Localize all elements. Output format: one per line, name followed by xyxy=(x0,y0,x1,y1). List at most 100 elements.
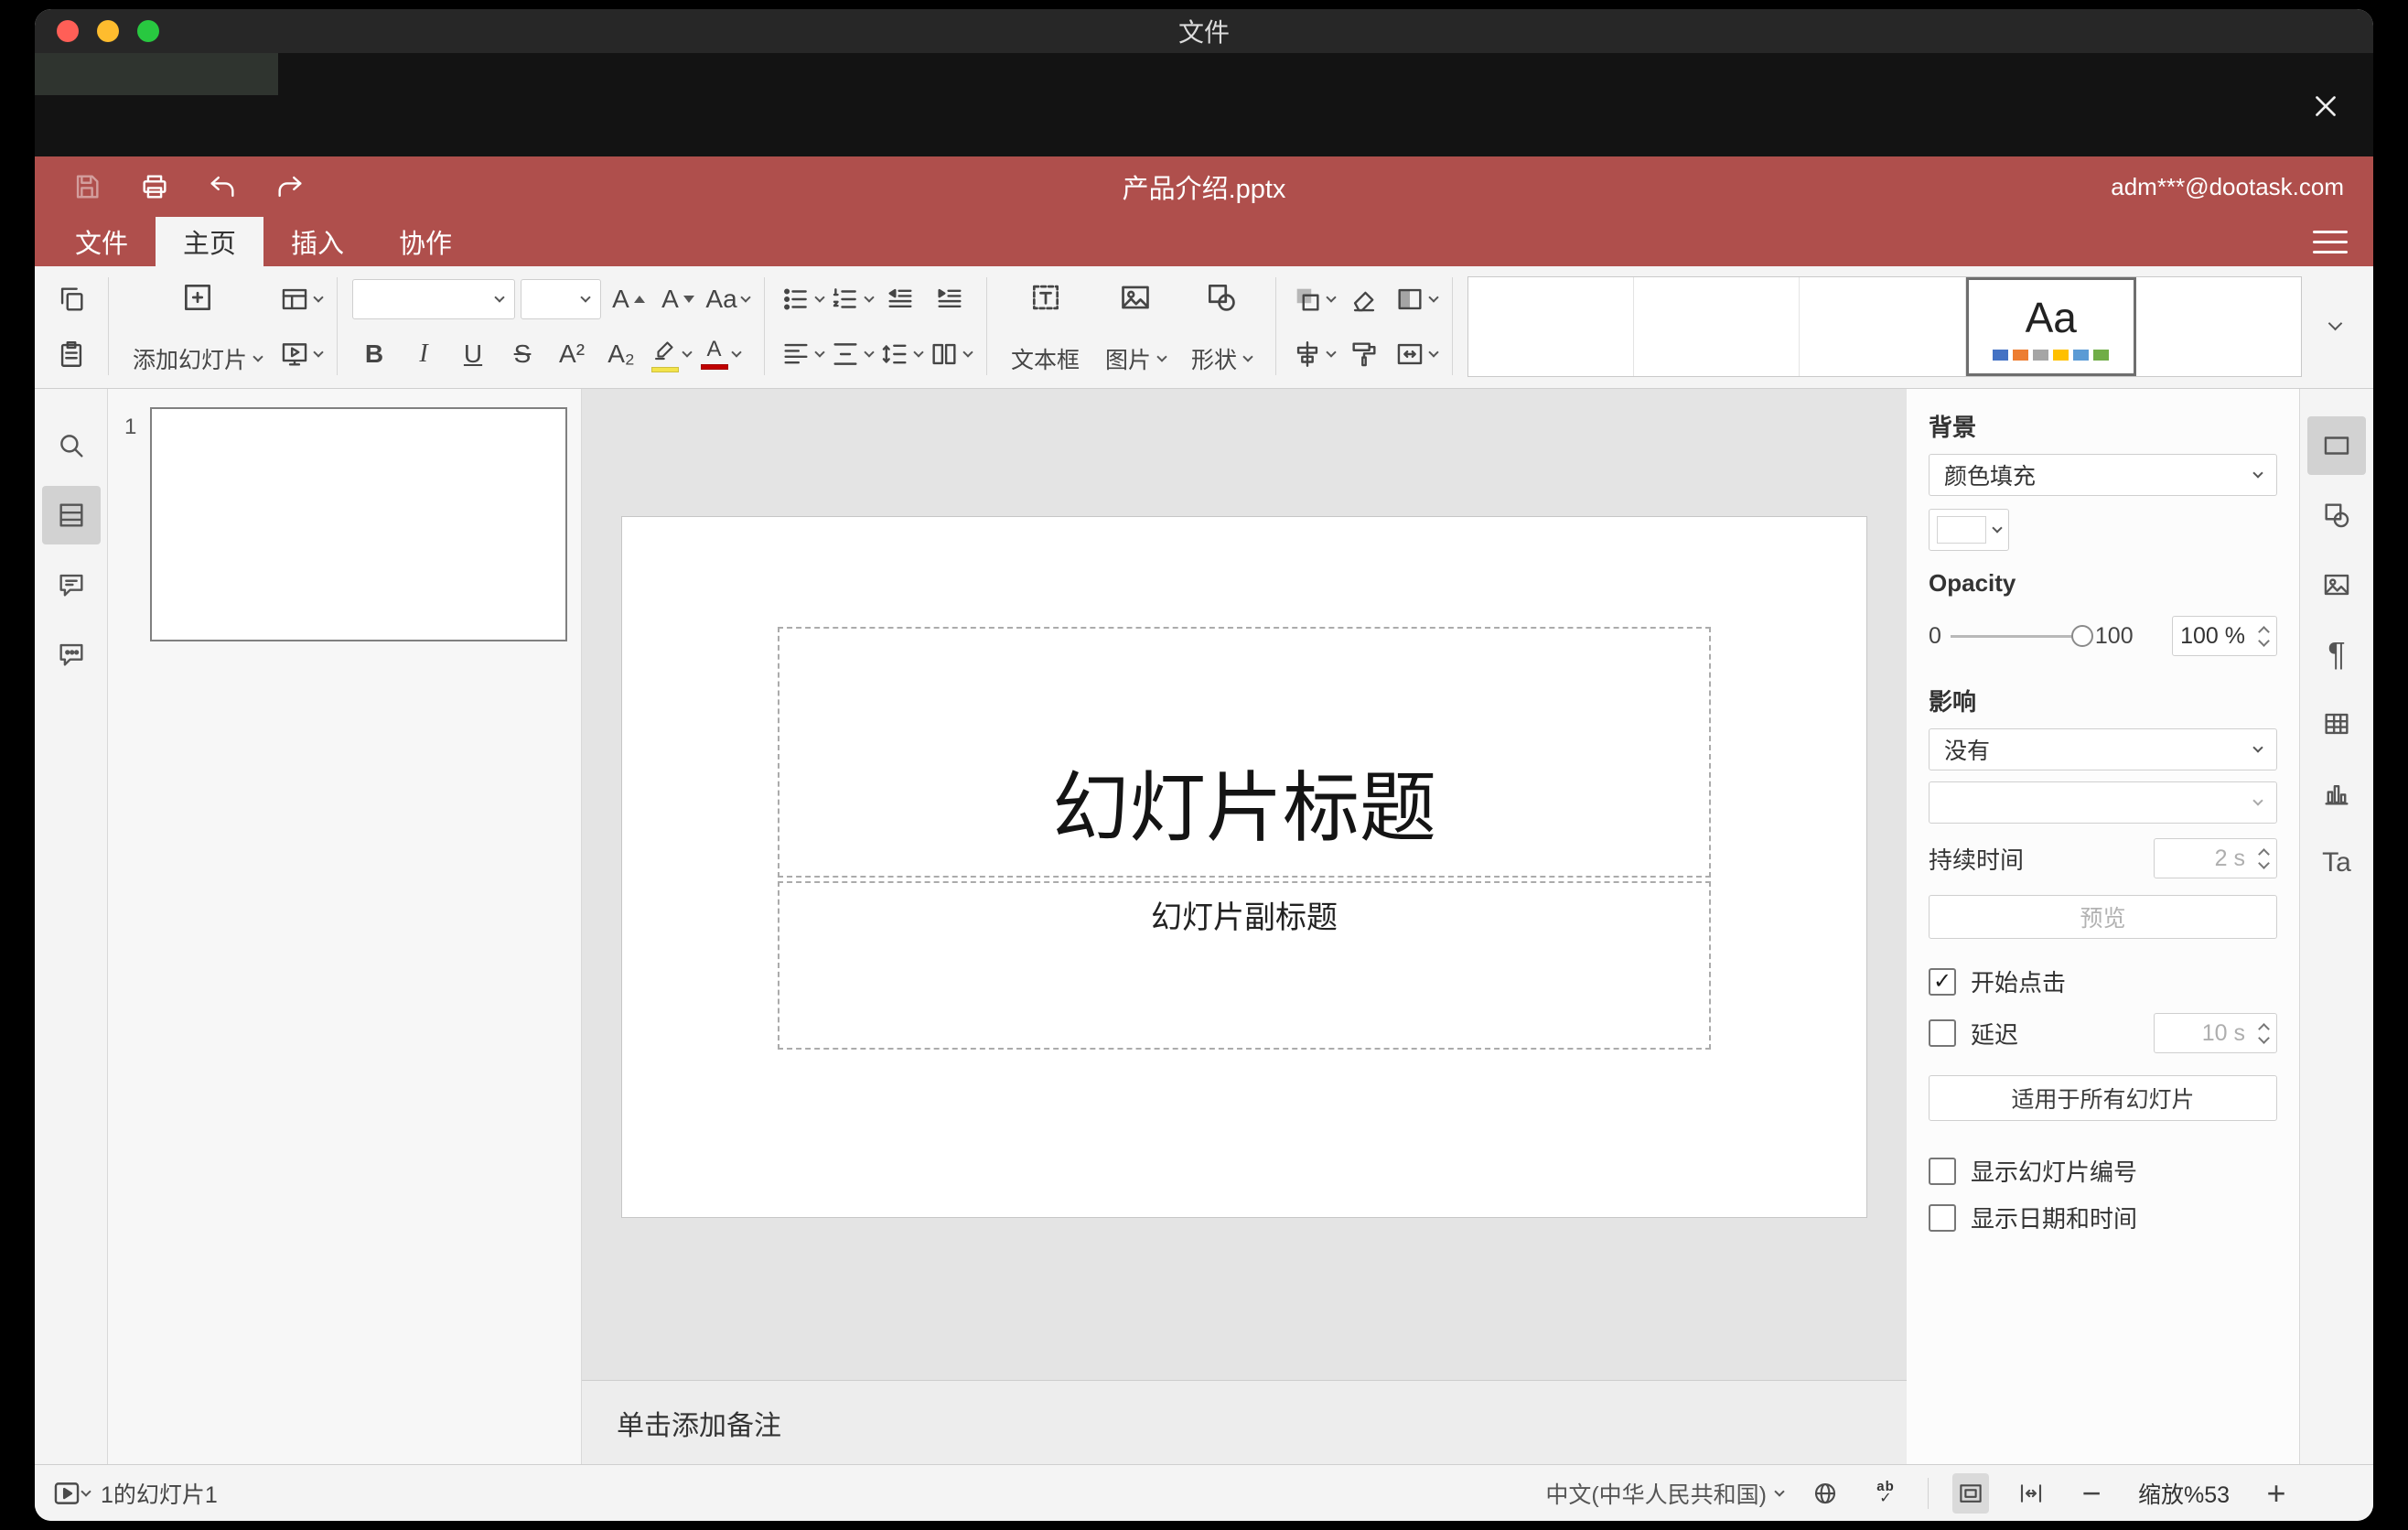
change-case-button[interactable]: Aa xyxy=(705,276,751,322)
zoom-traffic-light[interactable] xyxy=(137,20,159,42)
search-button[interactable] xyxy=(42,416,101,475)
comments-button[interactable] xyxy=(42,555,101,614)
align-shape-button[interactable] xyxy=(1291,331,1337,377)
highlight-color-button[interactable] xyxy=(649,331,693,377)
show-slide-number-row: 显示幻灯片编号 xyxy=(1929,1154,2277,1188)
tab-home[interactable]: 主页 xyxy=(156,217,264,266)
fit-slide-button[interactable] xyxy=(1952,1472,1989,1514)
add-slide-button[interactable]: 添加幻灯片 xyxy=(124,275,271,379)
theme-item[interactable] xyxy=(1468,276,1635,376)
start-on-click-checkbox[interactable] xyxy=(1929,967,1956,996)
vertical-align-button[interactable] xyxy=(829,331,875,377)
font-color-button[interactable]: A xyxy=(698,331,742,377)
increase-indent-button[interactable] xyxy=(928,276,972,322)
print-button[interactable] xyxy=(139,171,170,202)
theme-item[interactable] xyxy=(2135,276,2301,376)
document-title: 产品介绍.pptx xyxy=(1122,175,1286,204)
shape-label: 形状 xyxy=(1191,347,1238,373)
bullets-button[interactable] xyxy=(779,276,825,322)
copy-style-button[interactable] xyxy=(1342,331,1386,377)
zoom-out-button[interactable]: − xyxy=(2073,1473,2110,1514)
decrease-indent-button[interactable] xyxy=(878,276,922,322)
opacity-slider[interactable] xyxy=(1950,625,2093,647)
fill-color-select[interactable] xyxy=(1929,509,2009,551)
subscript-button[interactable]: A₂ xyxy=(599,331,643,377)
underline-button[interactable]: U xyxy=(451,331,495,377)
italic-button[interactable]: I xyxy=(402,331,446,377)
tab-collaboration[interactable]: 协作 xyxy=(371,217,479,266)
start-slideshow-button[interactable] xyxy=(278,331,324,377)
arrange-shape-button[interactable] xyxy=(1291,276,1337,322)
image-settings-button[interactable] xyxy=(2307,555,2366,614)
numbering-button[interactable] xyxy=(829,276,875,322)
chat-button[interactable] xyxy=(42,625,101,684)
effect-select[interactable]: 没有 xyxy=(1929,728,2277,770)
font-group: A A Aa B I U S A² A₂ A xyxy=(352,275,751,379)
apply-all-button[interactable]: 适用于所有幻灯片 xyxy=(1929,1075,2277,1121)
superscript-button[interactable]: A² xyxy=(550,331,594,377)
minimize-traffic-light[interactable] xyxy=(97,20,119,42)
window-titlebar[interactable]: 文件 xyxy=(35,9,2373,53)
document-language-button[interactable] xyxy=(1807,1473,1844,1514)
shrink-font-button[interactable]: A xyxy=(656,276,700,322)
clear-style-button[interactable] xyxy=(1342,276,1386,322)
image-button[interactable]: 图片 xyxy=(1096,275,1175,379)
language-selector[interactable]: 中文(中华人民共和国) xyxy=(1545,1473,1785,1514)
overlay-close-button[interactable] xyxy=(2306,86,2346,126)
opacity-spinner[interactable]: 100 % xyxy=(2172,616,2277,656)
copy-button[interactable] xyxy=(49,276,93,322)
undo-button[interactable] xyxy=(207,171,238,202)
title-placeholder[interactable]: 幻灯片标题 xyxy=(778,627,1711,878)
align-text-button[interactable] xyxy=(779,331,825,377)
textart-settings-button[interactable]: Ta xyxy=(2307,834,2366,892)
theme-item-selected[interactable]: Aa xyxy=(1965,276,2136,376)
table-settings-button[interactable] xyxy=(2307,695,2366,753)
image-settings-icon xyxy=(2324,574,2349,596)
save-button[interactable] xyxy=(71,171,102,202)
show-datetime-checkbox[interactable] xyxy=(1929,1203,1956,1232)
slides-panel-button[interactable] xyxy=(41,486,101,544)
slide-canvas[interactable]: 幻灯片标题 幻灯片副标题 xyxy=(622,517,1866,1217)
grow-font-button[interactable]: A xyxy=(607,276,650,322)
slide-size-button[interactable] xyxy=(1393,331,1439,377)
font-name-select[interactable] xyxy=(352,278,516,319)
tab-file[interactable]: 文件 xyxy=(48,217,156,266)
subtitle-placeholder[interactable]: 幻灯片副标题 xyxy=(778,881,1711,1050)
theme-item[interactable] xyxy=(1800,276,1966,376)
paragraph-settings-button[interactable]: ¶ xyxy=(2307,625,2366,684)
close-traffic-light[interactable] xyxy=(57,20,79,42)
tab-insert[interactable]: 插入 xyxy=(263,217,371,266)
theme-item[interactable] xyxy=(1634,276,1801,376)
zoom-in-button[interactable]: + xyxy=(2258,1473,2295,1514)
highlight-color-bar xyxy=(650,366,679,372)
notes-area[interactable]: 单击添加备注 xyxy=(582,1380,1907,1464)
chart-settings-button[interactable] xyxy=(2307,764,2366,823)
preview-button: 预览 xyxy=(1929,895,2277,939)
shape-button[interactable]: 形状 xyxy=(1182,275,1261,379)
textbox-button[interactable]: 文本框 xyxy=(1002,275,1089,379)
shape-settings-button[interactable] xyxy=(2307,486,2366,544)
spinner-arrows[interactable] xyxy=(2251,625,2276,647)
fit-width-button[interactable] xyxy=(2013,1473,2049,1514)
theme-gallery-expand-button[interactable] xyxy=(2309,276,2360,377)
slide-settings-button[interactable] xyxy=(2307,416,2366,475)
strikethrough-button[interactable]: S xyxy=(500,331,544,377)
redo-button[interactable] xyxy=(274,171,306,202)
slideshow-start-button[interactable] xyxy=(51,1473,91,1514)
font-size-select[interactable] xyxy=(521,278,602,319)
paint-roller-icon xyxy=(1352,341,1376,366)
show-slide-number-checkbox[interactable] xyxy=(1929,1157,1956,1185)
start-on-click-label: 开始点击 xyxy=(1971,969,2067,997)
columns-button[interactable] xyxy=(928,331,973,377)
opacity-slider-knob[interactable] xyxy=(2070,625,2093,647)
menu-button[interactable] xyxy=(2313,226,2348,257)
fill-type-select[interactable]: 颜色填充 xyxy=(1929,454,2277,496)
color-scheme-button[interactable] xyxy=(1393,276,1439,322)
bold-button[interactable]: B xyxy=(352,331,396,377)
paste-button[interactable] xyxy=(49,331,93,377)
slide-layout-button[interactable] xyxy=(278,276,324,322)
slide-thumbnail[interactable] xyxy=(150,407,567,641)
delay-checkbox[interactable] xyxy=(1929,1019,1956,1047)
line-spacing-button[interactable] xyxy=(878,331,924,377)
spellcheck-button[interactable]: ab ✓ xyxy=(1867,1473,1904,1514)
